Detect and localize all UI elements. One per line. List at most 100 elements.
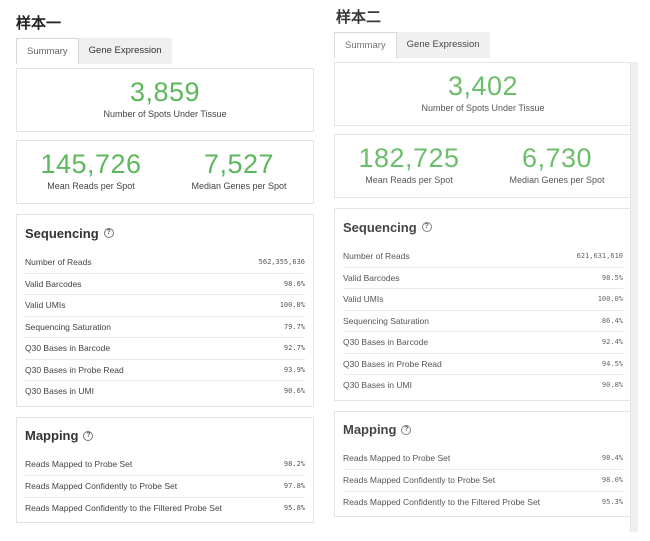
row-value: 98.6% [283,279,305,288]
row-value: 90.8% [601,381,623,390]
row-label: Q30 Bases in UMI [25,386,94,397]
median-genes-label: Median Genes per Spot [509,175,605,185]
table-row: Reads Mapped Confidently to Probe Set 97.… [25,475,305,497]
sequencing-rows: Number of Reads 621,631,610 Valid Barcodes… [343,245,623,396]
table-row: Q30 Bases in UMI 90.6% [25,380,305,402]
mean-reads-label: Mean Reads per Spot [365,175,453,185]
row-value: 95.3% [601,497,623,506]
tab-summary[interactable]: Summary [16,38,79,64]
mapping-rows: Reads Mapped to Probe Set 98.2% Reads Mapp… [25,454,305,519]
table-row: Valid UMIs 100.0% [343,288,623,310]
mean-reads-value: 182,725 [358,143,460,173]
row-label: Reads Mapped Confidently to the Filtered… [343,496,541,507]
mean-reads-label: Mean Reads per Spot [47,181,135,191]
mean-reads-value: 145,726 [40,149,142,179]
row-value: 621,631,610 [576,251,623,260]
table-row: Q30 Bases in UMI 90.8% [343,374,623,396]
row-label: Reads Mapped Confidently to the Filtered… [25,502,223,513]
mapping-header: Mapping ? [25,426,305,446]
row-label: Reads Mapped Confidently to Probe Set [343,475,496,486]
row-value: 100.0% [279,301,305,310]
table-row: Valid Barcodes 98.6% [25,272,305,295]
row-label: Valid UMIs [343,294,384,305]
table-row: Reads Mapped to Probe Set 98.4% [343,448,623,470]
sequencing-card: Sequencing ? Number of Reads 562,355,636 V… [16,214,314,407]
spots-card: 3,859 Number of Spots Under Tissue [16,68,314,132]
mapping-rows: Reads Mapped to Probe Set 98.4% Reads Mapp… [343,448,623,513]
mean-reads-cell: 145,726 Mean Reads per Spot [17,149,165,203]
row-label: Q30 Bases in UMI [343,380,412,391]
tab-bar: Summary Gene Expression [16,38,314,64]
row-value: 92.7% [283,344,305,353]
mapping-card: Mapping ? Reads Mapped to Probe Set 98.4%… [334,410,632,517]
row-label: Number of Reads [25,256,92,267]
row-value: 90.6% [283,387,305,396]
sequencing-rows: Number of Reads 562,355,636 Valid Barcodes… [25,251,305,402]
spots-value: 3,859 [129,77,201,107]
tab-summary[interactable]: Summary [334,32,397,58]
reads-genes-card: 182,725 Mean Reads per Spot 6,730 Median… [334,134,632,198]
row-value: 97.8% [283,482,305,491]
help-icon[interactable]: ? [103,228,114,238]
row-label: Sequencing Saturation [25,321,112,332]
tab-gene-expression[interactable]: Gene Expression [396,32,490,58]
table-row: Reads Mapped to Probe Set 98.2% [25,454,305,476]
mean-reads-cell: 182,725 Mean Reads per Spot [335,143,483,197]
row-label: Q30 Bases in Barcode [25,343,111,354]
vertical-scrollbar[interactable] [630,62,638,532]
row-label: Reads Mapped to Probe Set [25,459,133,470]
row-value: 93.9% [283,365,305,374]
table-row: Valid UMIs 100.0% [25,294,305,316]
row-value: 562,355,636 [258,257,305,266]
table-row: Q30 Bases in Barcode 92.7% [25,337,305,359]
row-label: Valid Barcodes [343,272,400,283]
sample-panel-2: 样本二 Summary Gene Expression 3,402 Number… [334,0,632,517]
table-row: Sequencing Saturation 79.7% [25,315,305,338]
row-label: Valid Barcodes [25,278,82,289]
row-value: 100.0% [597,295,623,304]
median-genes-cell: 6,730 Median Genes per Spot [483,143,631,197]
row-label: Reads Mapped to Probe Set [343,453,451,464]
table-row: Q30 Bases in Probe Read 94.5% [343,352,623,375]
tab-bar: Summary Gene Expression [334,32,632,58]
spots-card: 3,402 Number of Spots Under Tissue [334,62,632,126]
spots-label: Number of Spots Under Tissue [421,103,545,113]
median-genes-label: Median Genes per Spot [191,181,287,191]
row-label: Number of Reads [343,250,410,261]
table-row: Number of Reads 562,355,636 [25,251,305,273]
sequencing-title: Sequencing [25,225,99,241]
help-icon[interactable]: ? [83,430,94,441]
table-row: Sequencing Saturation 86.4% [343,309,623,332]
median-genes-value: 6,730 [521,143,593,173]
row-value: 98.2% [283,460,305,469]
sequencing-header: Sequencing ? [343,217,623,237]
sequencing-title: Sequencing [343,219,417,235]
table-row: Reads Mapped Confidently to Probe Set 98.… [343,469,623,491]
row-label: Reads Mapped Confidently to Probe Set [25,481,178,492]
row-value: 92.4% [601,338,623,347]
row-label: Q30 Bases in Barcode [343,337,429,348]
row-label: Valid UMIs [25,300,66,311]
sample-panel-1: 样本一 Summary Gene Expression 3,859 Number… [16,0,314,523]
mapping-card: Mapping ? Reads Mapped to Probe Set 98.2%… [16,416,314,523]
help-icon[interactable]: ? [421,222,432,232]
table-row: Number of Reads 621,631,610 [343,245,623,267]
row-label: Sequencing Saturation [343,315,430,326]
sequencing-header: Sequencing ? [25,223,305,243]
spots-label: Number of Spots Under Tissue [103,109,227,119]
median-genes-value: 7,527 [203,149,275,179]
table-row: Reads Mapped Confidently to the Filtered… [343,490,623,513]
row-label: Q30 Bases in Probe Read [25,364,124,375]
tab-gene-expression[interactable]: Gene Expression [78,38,172,64]
mapping-header: Mapping ? [343,420,623,440]
row-label: Q30 Bases in Probe Read [343,358,442,369]
reads-genes-card: 145,726 Mean Reads per Spot 7,527 Median… [16,140,314,204]
row-value: 95.8% [283,503,305,512]
row-value: 94.5% [601,359,623,368]
table-row: Valid Barcodes 98.5% [343,266,623,289]
table-row: Q30 Bases in Barcode 92.4% [343,331,623,353]
sample-title: 样本二 [336,8,382,26]
help-icon[interactable]: ? [401,424,412,435]
spots-value: 3,402 [447,71,519,101]
row-value: 98.4% [601,454,623,463]
